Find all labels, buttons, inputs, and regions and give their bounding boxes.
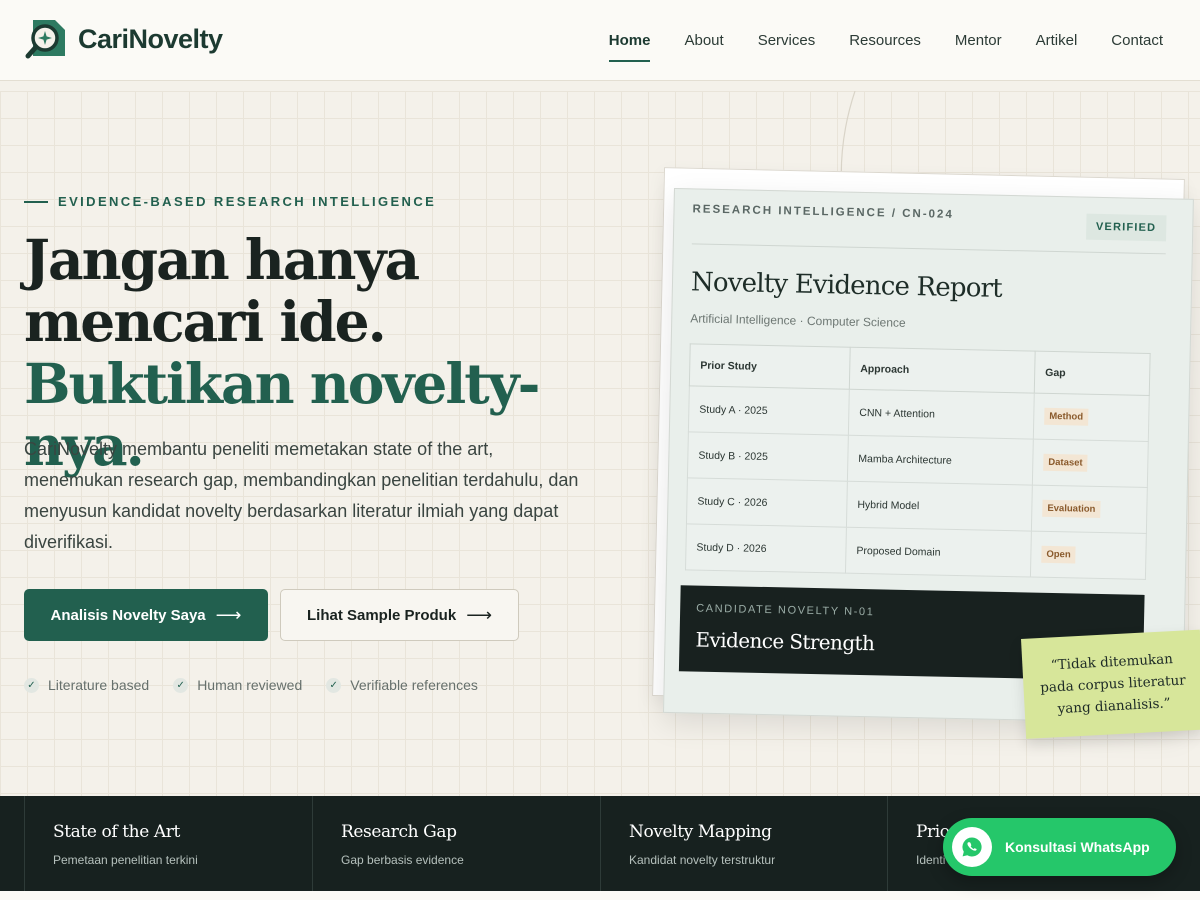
hero-eyebrow-text: EVIDENCE-BASED RESEARCH INTELLIGENCE (58, 194, 437, 209)
column-header: Prior Study (689, 343, 851, 390)
report-title: Novelty Evidence Report (690, 267, 1003, 304)
check-item: ✓ Human reviewed (173, 677, 302, 693)
prior-study-table: Prior Study Approach Gap Study A · 2025 … (684, 343, 1151, 580)
feature-title: State of the Art (53, 822, 180, 842)
study-cell: Study A · 2025 (688, 385, 850, 436)
site-header: CariNovelty Home About Services Resource… (0, 0, 1200, 81)
nav-home[interactable]: Home (608, 0, 650, 81)
approach-cell: Mamba Architecture (847, 435, 1034, 486)
magnifier-logo-icon (25, 20, 65, 59)
report-divider (691, 243, 1166, 255)
check-icon: ✓ (326, 677, 342, 693)
feature-desc: Identi (916, 853, 946, 867)
check-label: Human reviewed (197, 677, 303, 693)
check-item: ✓ Verifiable references (326, 677, 478, 693)
gap-cell: Method (1033, 393, 1150, 442)
candidate-eyebrow: CANDIDATE NOVELTY N-01 (696, 602, 875, 619)
study-cell: Study C · 2026 (686, 477, 848, 528)
whatsapp-consult-button[interactable]: Konsultasi WhatsApp (943, 818, 1176, 876)
feature-state-of-the-art[interactable]: State of the Art Pemetaan penelitian ter… (24, 796, 312, 891)
report-subtitle: Artificial Intelligence · Computer Scien… (690, 311, 906, 330)
hero-lead: CariNovelty membantu peneliti memetakan … (24, 439, 579, 552)
feature-desc: Kandidat novelty terstruktur (629, 853, 776, 867)
view-sample-button[interactable]: Lihat Sample Produk ⟶ (280, 589, 519, 641)
study-cell: Study D · 2026 (685, 523, 847, 574)
arrow-right-icon: ⟶ (466, 604, 492, 625)
feature-research-gap[interactable]: Research Gap Gap berbasis evidence (312, 796, 600, 891)
feature-desc: Pemetaan penelitian terkini (53, 853, 198, 867)
report-eyebrow: RESEARCH INTELLIGENCE / CN-024 (692, 203, 954, 221)
nav-contact[interactable]: Contact (1111, 0, 1163, 81)
column-header: Gap (1034, 351, 1151, 396)
headline-line-1: Jangan hanya mencari ide. (24, 227, 420, 354)
feature-title: Research Gap (341, 822, 457, 842)
gap-tag: Dataset (1043, 453, 1088, 472)
page-bottom-edge (0, 891, 1200, 900)
nav-resources[interactable]: Resources (849, 0, 921, 81)
nav-about[interactable]: About (684, 0, 723, 81)
feature-novelty-mapping[interactable]: Novelty Mapping Kandidat novelty terstru… (600, 796, 887, 891)
approach-cell: Proposed Domain (845, 527, 1032, 578)
analyze-novelty-label: Analisis Novelty Saya (50, 606, 206, 624)
sticky-note: “Tidak ditemukan pada corpus literatur y… (1021, 629, 1200, 739)
verified-badge: VERIFIED (1085, 213, 1167, 242)
eyebrow-line (24, 200, 48, 203)
table-row: Study D · 2026 Proposed Domain Open (685, 523, 1147, 580)
brand-logo[interactable]: CariNovelty (25, 16, 223, 62)
feature-title: Novelty Mapping (629, 822, 772, 842)
whatsapp-icon (952, 827, 992, 867)
view-sample-label: Lihat Sample Produk (306, 606, 457, 624)
check-icon: ✓ (173, 677, 189, 693)
check-icon: ✓ (24, 677, 39, 693)
check-label: Verifiable references (350, 677, 478, 693)
arrow-right-icon: ⟶ (215, 604, 242, 625)
approach-cell: Hybrid Model (846, 481, 1033, 532)
analyze-novelty-button[interactable]: Analisis Novelty Saya ⟶ (24, 589, 268, 641)
column-header: Approach (849, 347, 1036, 394)
gap-tag: Open (1041, 545, 1076, 564)
brand-name: CariNovelty (78, 23, 223, 54)
hero-section: EVIDENCE-BASED RESEARCH INTELLIGENCE Jan… (0, 91, 1200, 796)
nav-services[interactable]: Services (758, 0, 816, 81)
gap-cell: Evaluation (1031, 485, 1148, 534)
gap-cell: Open (1030, 531, 1147, 580)
candidate-title: Evidence Strength (695, 627, 875, 656)
whatsapp-label: Konsultasi WhatsApp (1005, 839, 1150, 855)
check-item: ✓ Literature based (24, 677, 149, 693)
study-cell: Study B · 2025 (687, 431, 849, 482)
hero-eyebrow: EVIDENCE-BASED RESEARCH INTELLIGENCE (24, 194, 436, 209)
check-label: Literature based (48, 677, 150, 693)
gap-tag: Evaluation (1042, 499, 1101, 518)
nav-artikel[interactable]: Artikel (1036, 0, 1078, 81)
trust-checks: ✓ Literature based ✓ Human reviewed ✓ Ve… (24, 677, 502, 693)
approach-cell: CNN + Attention (848, 389, 1035, 440)
gap-cell: Dataset (1032, 439, 1149, 488)
nav-mentor[interactable]: Mentor (955, 0, 1002, 81)
sticky-note-text: “Tidak ditemukan pada corpus literatur y… (1039, 651, 1187, 718)
main-nav: Home About Services Resources Mentor Art… (575, 0, 1163, 81)
gap-tag: Method (1044, 407, 1089, 426)
feature-desc: Gap berbasis evidence (341, 853, 464, 867)
